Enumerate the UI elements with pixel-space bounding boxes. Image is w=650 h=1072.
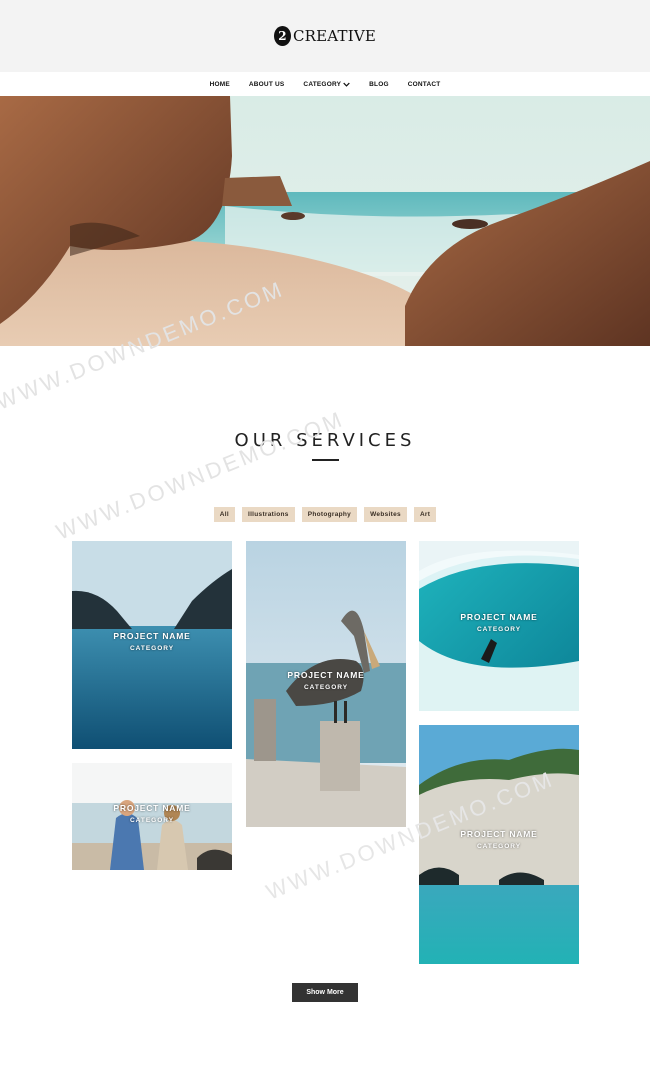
title-underline	[312, 459, 339, 461]
nav-blog[interactable]: BLOG	[369, 81, 389, 88]
project-caption: PROJECT NAME CATEGORY	[419, 829, 579, 850]
project-category: CATEGORY	[129, 645, 175, 652]
filter-all[interactable]: All	[213, 507, 235, 522]
filter-websites[interactable]: Websites	[364, 507, 407, 522]
hero-image	[0, 96, 650, 346]
services-title: OUR SERVICES	[234, 430, 416, 451]
watermark-text: WWW.DOWNDEMO.COM	[53, 406, 348, 545]
filter-tabs: All Illustrations Photography Websites A…	[0, 507, 650, 522]
project-name: PROJECT NAME	[460, 612, 538, 622]
nav-category[interactable]: CATEGORY	[303, 81, 350, 88]
beach-cliffs-illustration	[0, 96, 650, 346]
project-caption: PROJECT NAME CATEGORY	[419, 612, 579, 633]
project-tile-pelican[interactable]: PROJECT NAME CATEGORY	[246, 541, 406, 827]
filter-illustrations[interactable]: Illustrations	[241, 507, 295, 522]
project-tile-couple[interactable]: PROJECT NAME CATEGORY	[72, 763, 232, 870]
nav-contact[interactable]: CONTACT	[408, 81, 441, 88]
logo[interactable]: 2 CREATIVE	[273, 26, 377, 46]
logo-mark: 2	[273, 26, 291, 46]
nav-category-label: CATEGORY	[303, 80, 342, 88]
project-tile-cliffs[interactable]: PROJECT NAME CATEGORY	[419, 725, 579, 964]
project-caption: PROJECT NAME CATEGORY	[72, 631, 232, 652]
project-name: PROJECT NAME	[113, 631, 191, 641]
filter-photography[interactable]: Photography	[301, 507, 358, 522]
nav-home[interactable]: HOME	[210, 81, 230, 88]
project-name: PROJECT NAME	[287, 670, 365, 680]
logo-text: CREATIVE	[292, 27, 377, 45]
page: 2 CREATIVE HOME ABOUT US CATEGORY BLOG C…	[0, 0, 650, 1072]
project-category: CATEGORY	[476, 626, 522, 633]
chevron-down-icon	[343, 82, 350, 87]
project-tile-surf[interactable]: PROJECT NAME CATEGORY	[419, 541, 579, 711]
header: 2 CREATIVE	[0, 0, 650, 72]
main-nav: HOME ABOUT US CATEGORY BLOG CONTACT	[0, 72, 650, 96]
project-category: CATEGORY	[476, 843, 522, 850]
project-caption: PROJECT NAME CATEGORY	[246, 670, 406, 691]
project-tile-sea[interactable]: PROJECT NAME CATEGORY	[72, 541, 232, 749]
project-category: CATEGORY	[303, 684, 349, 691]
project-name: PROJECT NAME	[460, 829, 538, 839]
filter-art[interactable]: Art	[413, 507, 437, 522]
show-more-button[interactable]: Show More	[292, 983, 358, 1002]
project-category: CATEGORY	[129, 817, 175, 824]
project-name: PROJECT NAME	[113, 803, 191, 813]
nav-about-us[interactable]: ABOUT US	[249, 81, 285, 88]
project-caption: PROJECT NAME CATEGORY	[72, 803, 232, 824]
